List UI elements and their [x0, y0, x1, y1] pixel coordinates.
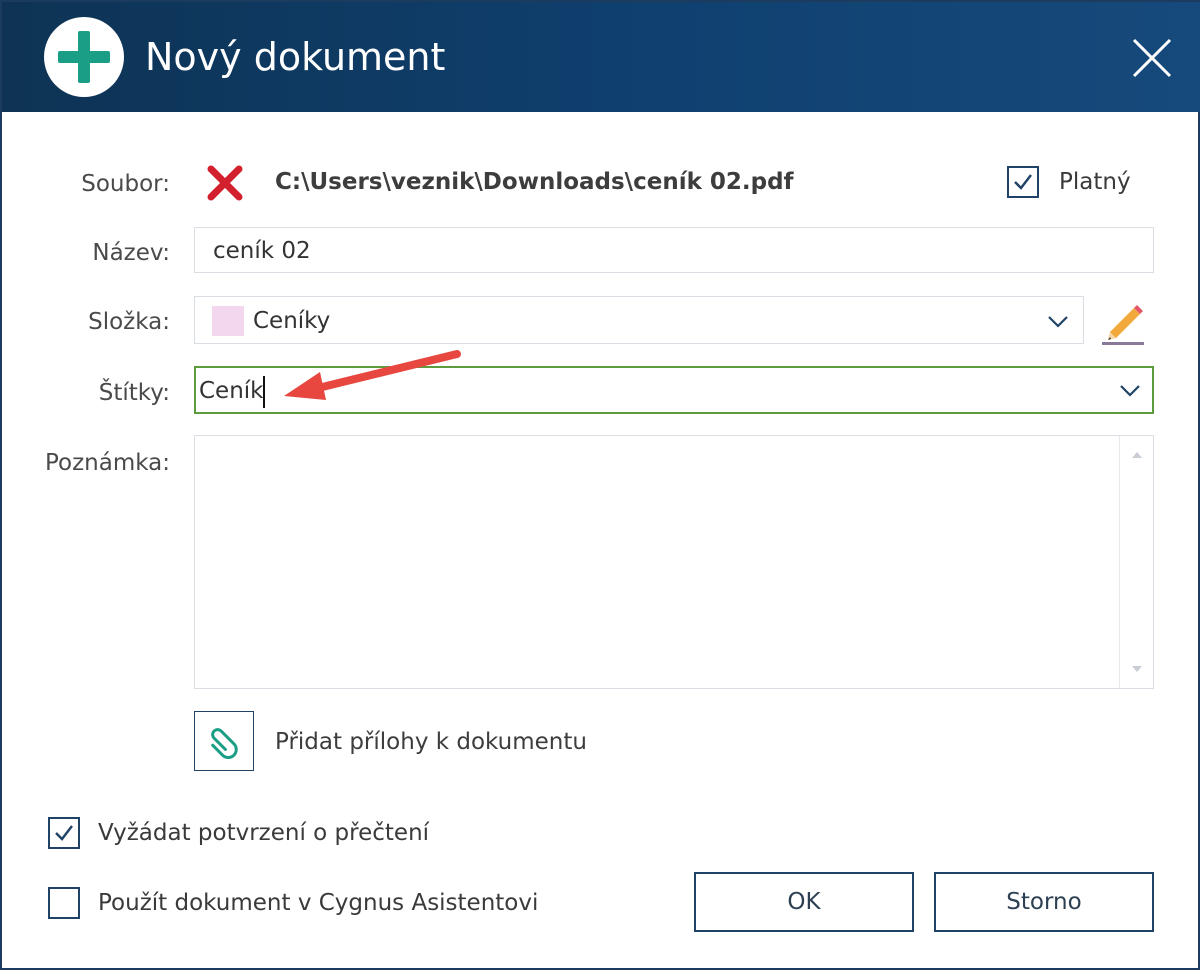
valid-checkbox[interactable] — [1007, 166, 1039, 198]
file-label: Soubor: — [81, 171, 170, 197]
chevron-down-icon — [1048, 316, 1068, 328]
title-bar: Nový dokument — [2, 2, 1200, 112]
tags-label: Štítky: — [98, 380, 170, 406]
valid-label: Platný — [1059, 169, 1131, 195]
close-icon[interactable] — [1124, 30, 1180, 86]
name-label: Název: — [92, 240, 170, 266]
ok-button[interactable]: OK — [694, 872, 914, 932]
scroll-up-icon[interactable] — [1130, 450, 1144, 460]
dialog-title: Nový dokument — [145, 35, 446, 79]
add-attachment-button[interactable] — [194, 711, 254, 771]
name-input[interactable]: ceník 02 — [194, 227, 1154, 273]
scroll-down-icon[interactable] — [1130, 664, 1144, 674]
chevron-down-icon — [1120, 385, 1140, 397]
folder-label: Složka: — [88, 309, 170, 335]
read-receipt-checkbox[interactable] — [48, 817, 80, 849]
assistant-checkbox[interactable] — [48, 887, 80, 919]
pencil-icon[interactable] — [1100, 302, 1146, 346]
cancel-button[interactable]: Storno — [934, 872, 1154, 932]
file-path: C:\Users\veznik\Downloads\ceník 02.pdf — [275, 169, 794, 195]
note-label: Poznámka: — [44, 450, 170, 476]
read-receipt-label: Vyžádat potvrzení o přečtení — [98, 820, 430, 846]
check-icon — [1014, 174, 1032, 190]
folder-color-swatch — [212, 306, 244, 336]
dialog-window: Nový dokument Soubor: C:\Users\veznik\Do… — [0, 0, 1200, 970]
name-value: ceník 02 — [213, 238, 311, 264]
folder-value: Ceníky — [253, 308, 331, 334]
note-scrollbar[interactable] — [1119, 436, 1153, 688]
annotation-arrow-icon — [284, 350, 461, 400]
assistant-label: Použít dokument v Cygnus Asistentovi — [98, 890, 539, 916]
folder-select[interactable]: Ceníky — [194, 296, 1084, 344]
plus-circle-icon — [44, 17, 124, 97]
note-textarea[interactable] — [194, 435, 1154, 689]
paperclip-icon — [211, 728, 238, 759]
remove-x-icon[interactable] — [205, 163, 245, 203]
tags-value: Ceník — [199, 378, 264, 404]
check-icon — [55, 825, 73, 841]
add-attachment-label[interactable]: Přidat přílohy k dokumentu — [275, 727, 587, 757]
